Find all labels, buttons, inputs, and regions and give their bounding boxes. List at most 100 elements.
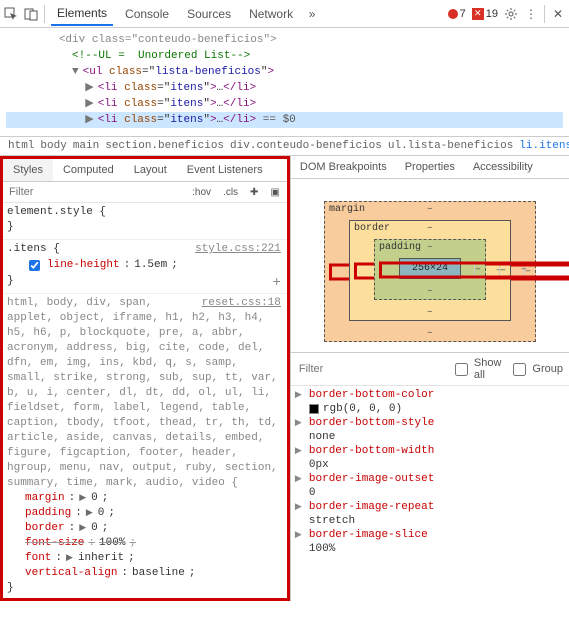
declaration-row[interactable]: font-size: 100%; bbox=[7, 536, 281, 551]
selector-text[interactable]: element.style { bbox=[7, 205, 281, 220]
declaration-toggle[interactable] bbox=[29, 260, 40, 271]
computed-name: border-image-repeat bbox=[309, 501, 434, 513]
css-value[interactable]: 0 bbox=[98, 506, 105, 521]
computed-value-row: 100% bbox=[295, 542, 565, 556]
hov-toggle[interactable]: :hov bbox=[189, 186, 214, 199]
expand-caret-icon[interactable]: ▶ bbox=[85, 114, 97, 126]
expand-tri-icon[interactable]: ▶ bbox=[295, 474, 305, 484]
tab-network[interactable]: Network bbox=[243, 3, 299, 25]
css-value[interactable]: inherit bbox=[78, 551, 124, 566]
breadcrumb-item[interactable]: section.beneficios bbox=[105, 140, 224, 152]
computed-row[interactable]: ▶border-image-outset bbox=[295, 472, 565, 486]
kebab-icon[interactable]: ⋮ bbox=[524, 7, 538, 21]
tab-properties[interactable]: Properties bbox=[396, 156, 464, 178]
tab-console[interactable]: Console bbox=[119, 3, 175, 25]
tab-styles[interactable]: Styles bbox=[3, 159, 53, 181]
dom-node[interactable]: ▶<li class="itens">…</li> bbox=[6, 96, 563, 112]
declaration-row[interactable]: border:▶0; bbox=[7, 521, 281, 536]
styles-filter-bar: :hov .cls ✚ ▣ bbox=[3, 182, 287, 203]
dom-node[interactable]: ▶<li class="itens">…</li> bbox=[6, 80, 563, 96]
tab-layout[interactable]: Layout bbox=[124, 159, 177, 181]
computed-row[interactable]: ▶border-bottom-style bbox=[295, 416, 565, 430]
computed-row[interactable]: ▶border-bottom-color bbox=[295, 388, 565, 402]
dom-node-selected[interactable]: ▶<li class="itens">…</li> == $0 bbox=[6, 112, 563, 128]
css-property[interactable]: margin bbox=[25, 491, 65, 506]
tab-accessibility[interactable]: Accessibility bbox=[464, 156, 542, 178]
source-link[interactable]: style.css:221 bbox=[195, 242, 281, 257]
expand-tri-icon[interactable]: ▶ bbox=[79, 491, 86, 506]
show-rendering-icon[interactable]: ▣ bbox=[267, 186, 282, 199]
declaration-row[interactable]: font:▶inherit; bbox=[7, 551, 281, 566]
dom-node[interactable]: <div class="conteudo-beneficios"> bbox=[6, 32, 563, 48]
issues-badge[interactable]: ✕19 bbox=[472, 8, 498, 20]
computed-value: rgb(0, 0, 0) bbox=[323, 403, 402, 415]
expand-tri-icon[interactable]: ▶ bbox=[295, 418, 305, 428]
css-property[interactable]: padding bbox=[25, 506, 71, 521]
expand-caret-icon[interactable]: ▶ bbox=[85, 98, 97, 110]
breadcrumb-item[interactable]: ul.lista-beneficios bbox=[388, 140, 513, 152]
source-link[interactable]: reset.css:18 bbox=[202, 296, 281, 311]
box-model[interactable]: margin –––– border –––– padding –––– 256… bbox=[291, 179, 569, 352]
expand-tri-icon[interactable]: ▶ bbox=[295, 530, 305, 540]
expand-tri-icon[interactable]: ▶ bbox=[66, 551, 73, 566]
dom-node[interactable]: ▼<ul class="lista-beneficios"> bbox=[6, 64, 563, 80]
error-badge[interactable]: 7 bbox=[448, 8, 466, 20]
breadcrumb-item[interactable]: body bbox=[40, 140, 66, 152]
expand-caret-icon[interactable]: ▶ bbox=[85, 82, 97, 94]
declaration-row[interactable]: vertical-align: baseline; bbox=[7, 566, 281, 581]
css-property[interactable]: vertical-align bbox=[25, 566, 117, 581]
rule-itens[interactable]: style.css:221 .itens { line-height: 1.5e… bbox=[3, 240, 287, 294]
expand-tri-icon[interactable]: ▶ bbox=[79, 521, 86, 536]
breadcrumb-item[interactable]: main bbox=[73, 140, 99, 152]
new-rule-icon[interactable]: ✚ bbox=[247, 186, 261, 199]
dom-tree[interactable]: <div class="conteudo-beneficios"> <!--UL… bbox=[0, 28, 569, 137]
css-value[interactable]: 1.5em bbox=[134, 258, 167, 273]
computed-row[interactable]: ▶border-image-slice bbox=[295, 528, 565, 542]
expand-tri-icon[interactable]: ▶ bbox=[86, 506, 93, 521]
css-value[interactable]: 0 bbox=[91, 521, 98, 536]
computed-row[interactable]: ▶ border-bottom-width bbox=[295, 444, 565, 458]
breadcrumb-item[interactable]: html bbox=[8, 140, 34, 152]
computed-row[interactable]: ▶ border-image-repeat bbox=[295, 500, 565, 514]
device-toggle-icon[interactable] bbox=[24, 7, 38, 21]
color-swatch[interactable] bbox=[309, 404, 319, 414]
declaration-row[interactable]: margin:▶0; bbox=[7, 491, 281, 506]
css-property[interactable]: border bbox=[25, 521, 65, 536]
expand-tri-icon[interactable]: ▶ bbox=[295, 502, 305, 512]
rule-reset[interactable]: reset.css:18 html, body, div, span, appl… bbox=[3, 294, 287, 598]
declaration-row[interactable]: padding:▶0; bbox=[7, 506, 281, 521]
css-value[interactable]: 0 bbox=[91, 491, 98, 506]
styles-filter-input[interactable] bbox=[7, 184, 183, 200]
tab-computed[interactable]: Computed bbox=[53, 159, 124, 181]
add-declaration-icon[interactable]: + bbox=[272, 276, 280, 291]
inspect-icon[interactable] bbox=[4, 7, 18, 21]
breadcrumb-item-active[interactable]: li.itens bbox=[519, 140, 569, 152]
selector-text[interactable]: html, body, div, span, applet, object, i… bbox=[7, 296, 281, 491]
css-property[interactable]: line-height bbox=[47, 258, 120, 273]
computed-filter-input[interactable] bbox=[297, 362, 443, 376]
overflow-icon[interactable]: » bbox=[305, 7, 319, 21]
css-value[interactable]: 100% bbox=[99, 536, 125, 551]
show-all-toggle[interactable]: Show all bbox=[451, 357, 502, 381]
tab-elements[interactable]: Elements bbox=[51, 2, 113, 26]
declaration-row[interactable]: line-height: 1.5em; bbox=[7, 257, 281, 274]
tab-event-listeners[interactable]: Event Listeners bbox=[177, 159, 273, 181]
group-toggle[interactable]: Group bbox=[509, 360, 563, 379]
expand-tri-icon[interactable]: ▶ bbox=[295, 446, 305, 456]
tab-sources[interactable]: Sources bbox=[181, 3, 237, 25]
settings-icon[interactable] bbox=[504, 7, 518, 21]
collapse-caret-icon[interactable]: ▼ bbox=[72, 66, 83, 78]
dom-comment[interactable]: <!--UL = Unordered List--> bbox=[6, 48, 563, 64]
css-property[interactable]: font bbox=[25, 551, 51, 566]
tab-dom-breakpoints[interactable]: DOM Breakpoints bbox=[291, 156, 396, 178]
computed-value: 0 bbox=[309, 487, 316, 499]
rule-element-style[interactable]: element.style { } bbox=[3, 203, 287, 240]
computed-name: border-bottom-width bbox=[309, 445, 434, 457]
expand-tri-icon[interactable]: ▶ bbox=[295, 390, 305, 400]
close-icon[interactable]: ✕ bbox=[551, 7, 565, 21]
cls-toggle[interactable]: .cls bbox=[220, 186, 241, 199]
computed-value: 0px bbox=[309, 459, 329, 471]
breadcrumb-item[interactable]: div.conteudo-beneficios bbox=[230, 140, 382, 152]
css-value[interactable]: baseline bbox=[132, 566, 185, 581]
css-property[interactable]: font-size bbox=[25, 536, 84, 551]
